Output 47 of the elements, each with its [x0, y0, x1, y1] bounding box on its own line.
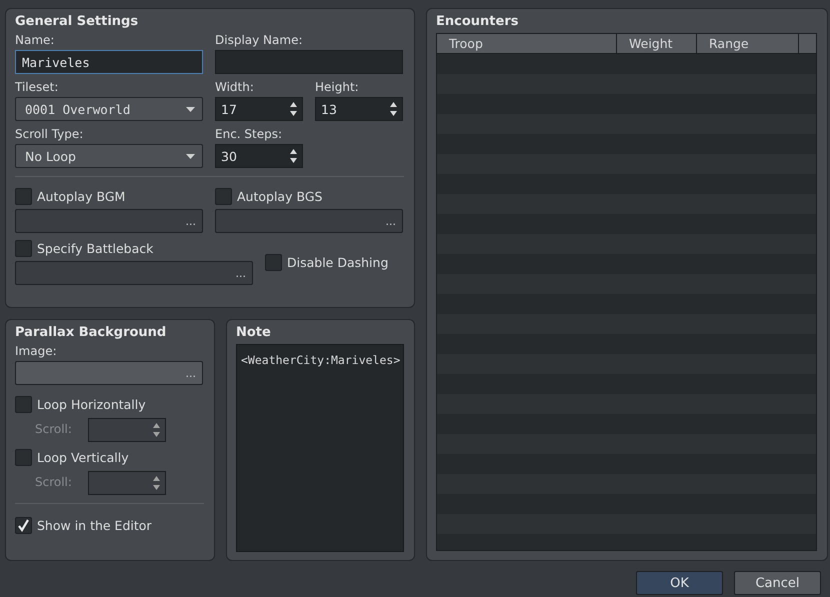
bgs-browse-field[interactable]: ...	[215, 209, 403, 233]
column-header[interactable]: Weight	[617, 34, 697, 53]
field-label: Height:	[315, 80, 360, 94]
encounters-table[interactable]: Troop Weight Range	[436, 33, 817, 551]
spinner-arrows-icon[interactable]	[389, 101, 398, 117]
checkbox[interactable]: Autoplay BGS	[215, 187, 403, 205]
field-label: Name:	[15, 33, 56, 47]
checkbox[interactable]: Disable Dashing	[265, 253, 404, 271]
display-name-field[interactable]	[215, 50, 403, 74]
image-browse-field[interactable]: ...	[15, 361, 203, 385]
panel-title: General Settings	[15, 14, 140, 29]
name-field[interactable]: Mariveles	[15, 50, 203, 74]
panel-title: Parallax Background	[15, 325, 168, 340]
number-field[interactable]: 30	[215, 144, 303, 168]
checkbox[interactable]: Show in the Editor	[15, 516, 204, 534]
field-label: Scroll:	[35, 422, 72, 436]
ok-button[interactable]: OK	[636, 571, 723, 595]
spinner-arrows-icon[interactable]	[289, 101, 298, 117]
column-header[interactable]: Range	[697, 34, 799, 53]
checkbox[interactable]: Loop Vertically	[15, 448, 203, 466]
field-label: Tileset:	[15, 80, 60, 94]
field-label: Display Name:	[215, 33, 304, 47]
column-header[interactable]: Troop	[437, 34, 617, 53]
spinner-arrows-icon[interactable]	[289, 148, 298, 164]
panel-title: Note	[236, 325, 272, 340]
battleback-browse-field[interactable]: ...	[15, 261, 253, 285]
field-label: Scroll:	[35, 474, 72, 488]
number-field[interactable]: 17	[215, 97, 303, 121]
field-label: Width:	[215, 80, 255, 94]
tileset-dropdown[interactable]: 0001 Overworld	[15, 97, 203, 121]
number-field[interactable]	[88, 471, 166, 495]
cancel-button[interactable]: Cancel	[734, 571, 821, 595]
note-text-area[interactable]: <WeatherCity:Mariveles>	[236, 344, 404, 552]
checkbox[interactable]: Autoplay BGM	[15, 187, 203, 205]
dropdown-caret-icon	[186, 154, 195, 158]
bgm-browse-field[interactable]: ...	[15, 209, 203, 233]
scroll-type-dropdown[interactable]: No Loop	[15, 144, 203, 168]
field-label: Scroll Type:	[15, 127, 84, 141]
panel-title: Encounters	[436, 14, 520, 29]
field-label: Enc. Steps:	[215, 127, 284, 141]
field-label: Image:	[15, 344, 58, 358]
checkmark-icon	[17, 518, 30, 532]
dropdown-caret-icon	[186, 106, 195, 112]
checkbox[interactable]: Specify Battleback	[15, 239, 253, 257]
number-field[interactable]	[88, 418, 166, 442]
number-field[interactable]: 13	[315, 97, 403, 121]
checkbox[interactable]: Loop Horizontally	[15, 395, 203, 413]
